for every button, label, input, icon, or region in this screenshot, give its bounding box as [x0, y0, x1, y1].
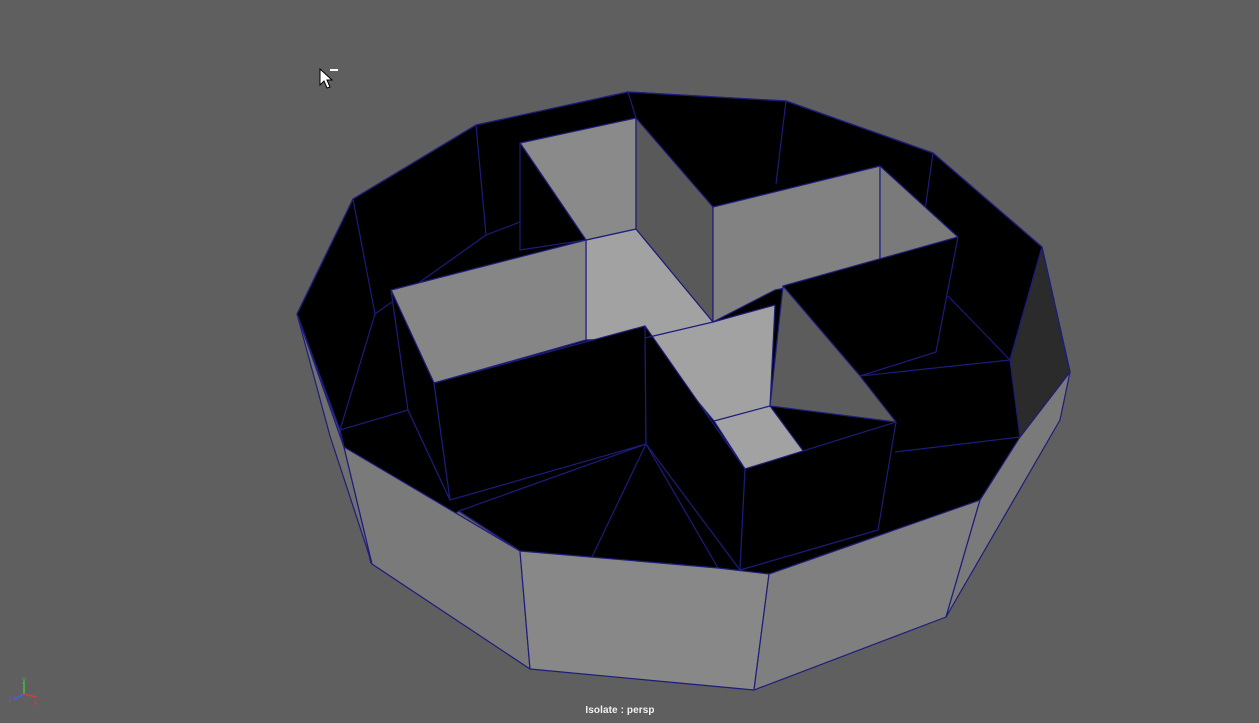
axis-y-label: y	[22, 676, 26, 684]
axis-z-label: z	[8, 695, 12, 704]
camera-label: Isolate : persp	[585, 705, 655, 716]
perspective-viewport[interactable]: y x z Isolate : persp	[0, 0, 1259, 723]
scene-geometry[interactable]	[0, 0, 1259, 723]
axis-gizmo: y x z	[6, 675, 42, 708]
arrow-cursor-icon	[318, 67, 342, 92]
outer-wall-face-4	[519, 550, 770, 691]
